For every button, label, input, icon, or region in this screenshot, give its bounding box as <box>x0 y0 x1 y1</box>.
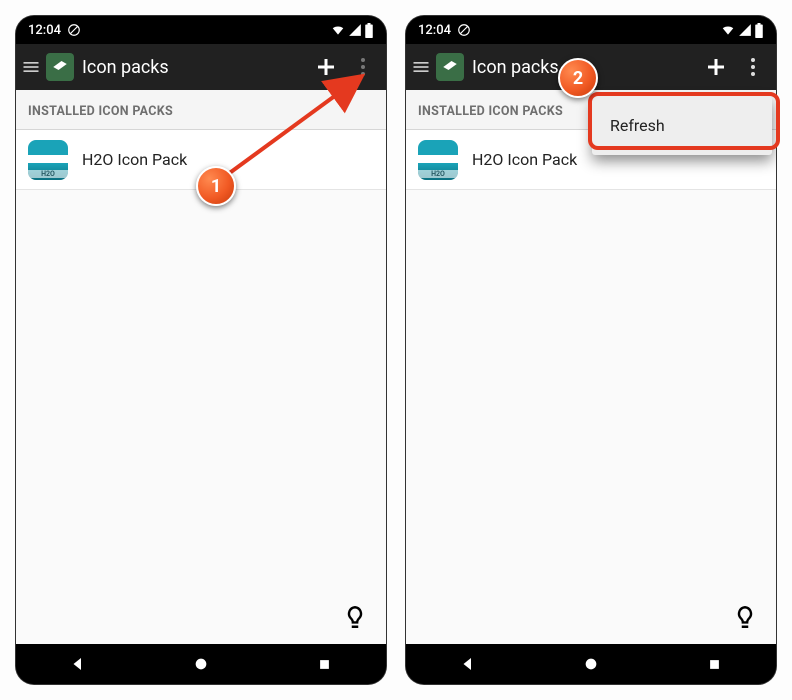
nav-recents-button[interactable] <box>304 644 344 684</box>
icon-pack-label: H2O Icon Pack <box>472 150 577 169</box>
battery-icon <box>754 23 764 38</box>
tip-button[interactable] <box>340 602 370 632</box>
wifi-icon <box>330 23 346 37</box>
menu-item-refresh[interactable]: Refresh <box>592 102 772 149</box>
do-not-disturb-icon <box>457 23 471 37</box>
do-not-disturb-icon <box>67 23 81 37</box>
drawer-button[interactable] <box>406 44 436 90</box>
nav-back-button[interactable] <box>58 644 98 684</box>
wifi-icon <box>720 23 736 37</box>
status-bar: 12:04 <box>406 16 776 44</box>
add-button[interactable] <box>696 44 736 90</box>
nav-back-button[interactable] <box>448 644 488 684</box>
annotation-callout-2-label: 2 <box>573 68 583 89</box>
annotation-callout-1-label: 1 <box>211 176 221 197</box>
overflow-menu-button[interactable] <box>736 44 770 90</box>
nav-recents-button[interactable] <box>694 644 734 684</box>
status-bar: 12:04 <box>16 16 386 44</box>
app-logo-icon <box>46 53 74 81</box>
add-button[interactable] <box>306 44 346 90</box>
battery-icon <box>364 23 374 38</box>
phone-right: 12:04 Icon packs <box>406 16 776 684</box>
icon-pack-thumbnail <box>418 140 458 180</box>
overflow-menu-button[interactable] <box>346 44 380 90</box>
app-logo-icon <box>436 53 464 81</box>
drawer-button[interactable] <box>16 44 46 90</box>
status-time: 12:04 <box>418 23 451 38</box>
appbar-title: Icon packs <box>82 57 306 78</box>
tip-button[interactable] <box>730 602 760 632</box>
signal-icon <box>348 23 362 37</box>
annotation-callout-1: 1 <box>196 166 236 206</box>
nav-home-button[interactable] <box>181 644 221 684</box>
content-area: INSTALLED ICON PACKS H2O Icon Pack <box>406 90 776 644</box>
annotation-callout-2: 2 <box>558 58 598 98</box>
nav-bar <box>406 644 776 684</box>
section-header: INSTALLED ICON PACKS <box>16 90 386 130</box>
signal-icon <box>738 23 752 37</box>
app-bar: Icon packs <box>16 44 386 90</box>
nav-home-button[interactable] <box>571 644 611 684</box>
status-time: 12:04 <box>28 23 61 38</box>
icon-pack-label: H2O Icon Pack <box>82 150 187 169</box>
phone-left: 12:04 Icon packs <box>16 16 386 684</box>
icon-pack-thumbnail <box>28 140 68 180</box>
overflow-menu-popup: Refresh <box>592 96 772 155</box>
nav-bar <box>16 644 386 684</box>
